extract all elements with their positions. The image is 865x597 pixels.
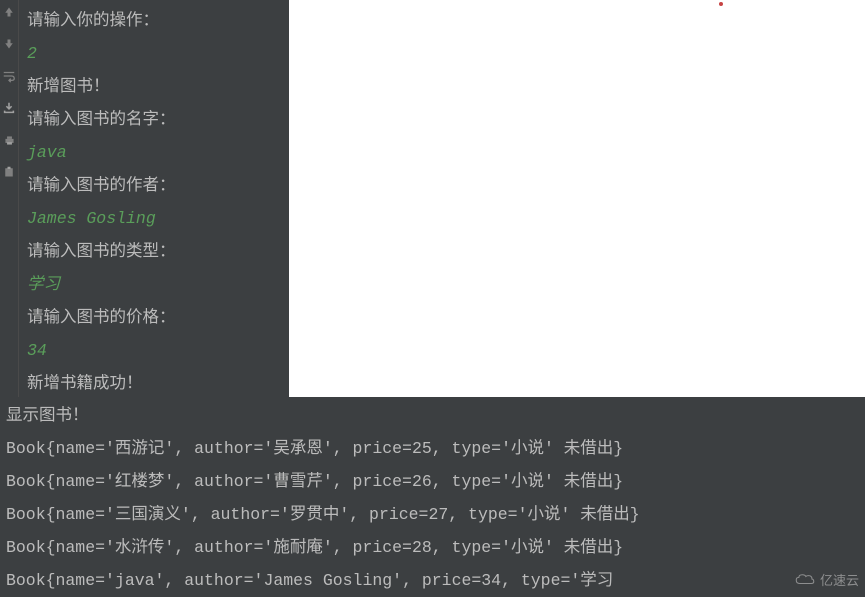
clipboard-icon[interactable] [1,164,17,180]
wrap-icon[interactable] [1,68,17,84]
print-icon[interactable] [1,132,17,148]
input-price: 34 [27,334,289,367]
watermark-text: 亿速云 [820,570,859,589]
arrow-up-icon[interactable] [1,4,17,20]
prompt-type: 请输入图书的类型： [27,235,289,268]
input-operation: 2 [27,37,289,70]
book-row: Book{name='红楼梦', author='曹雪芹', price=26,… [6,465,859,498]
tool-gutter [0,0,18,397]
msg-success: 新增书籍成功！ [27,367,289,400]
msg-add-book: 新增图书！ [27,70,289,103]
output-panel: 显示图书！ Book{name='西游记', author='吴承恩', pri… [0,397,865,597]
prompt-name: 请输入图书的名字： [27,103,289,136]
book-row: Book{name='西游记', author='吴承恩', price=25,… [6,432,859,465]
top-panel: 请输入你的操作： 2 新增图书！ 请输入图书的名字： java 请输入图书的作者… [0,0,865,397]
prompt-price: 请输入图书的价格： [27,301,289,334]
arrow-down-icon[interactable] [1,36,17,52]
cloud-icon [794,573,816,587]
prompt-operation: 请输入你的操作： [27,4,289,37]
input-author: James Gosling [27,202,289,235]
book-row: Book{name='三国演义', author='罗贯中', price=27… [6,498,859,531]
download-icon[interactable] [1,100,17,116]
console-input-panel: 请输入你的操作： 2 新增图书！ 请输入图书的名字： java 请输入图书的作者… [18,0,289,397]
prompt-author: 请输入图书的作者： [27,169,289,202]
editor-area [289,0,865,397]
input-type: 学习 [27,268,289,301]
book-row: Book{name='java', author='James Gosling'… [6,564,859,597]
output-header: 显示图书！ [6,399,859,432]
book-row: Book{name='水浒传', author='施耐庵', price=28,… [6,531,859,564]
input-name: java [27,136,289,169]
error-indicator-icon [719,2,723,6]
watermark: 亿速云 [794,570,859,589]
